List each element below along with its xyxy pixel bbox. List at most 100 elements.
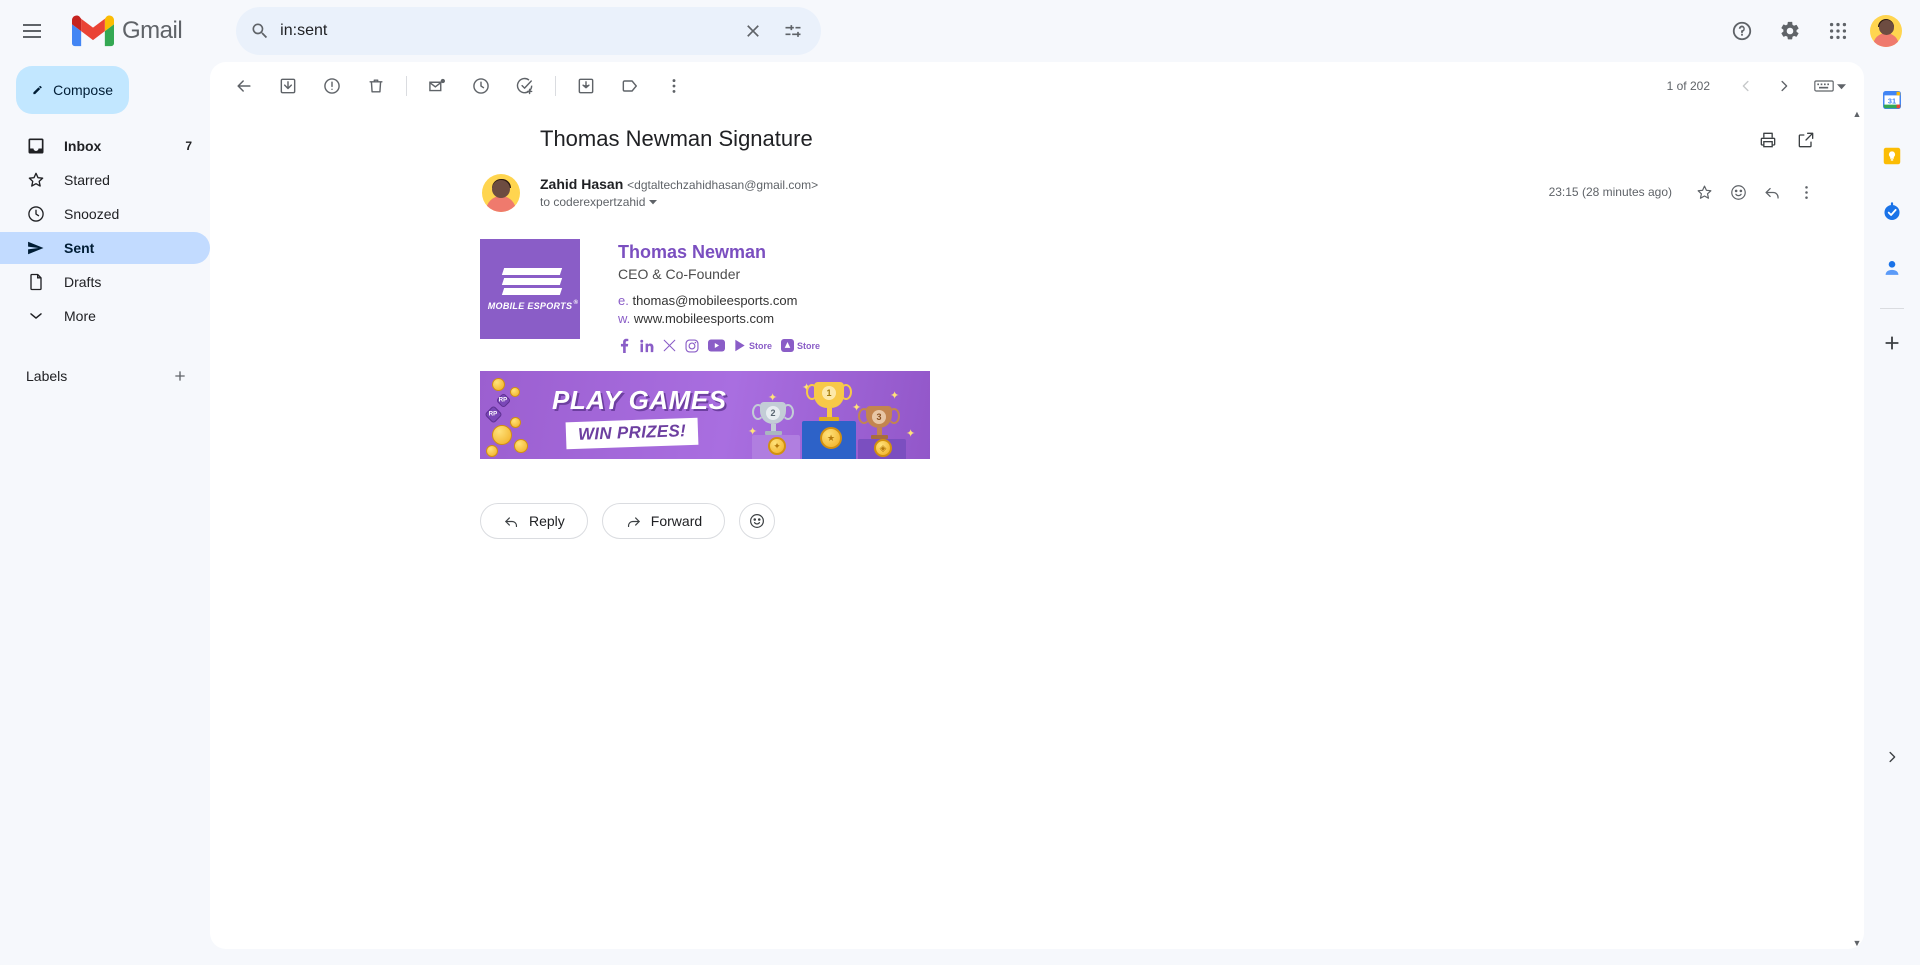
scroll-up-arrow[interactable]: ▲ bbox=[1853, 108, 1862, 120]
avatar bbox=[1870, 15, 1902, 47]
gmail-logo[interactable]: Gmail bbox=[72, 15, 183, 47]
scrollbar-track[interactable] bbox=[1850, 120, 1864, 937]
signature-role: CEO & Co-Founder bbox=[618, 265, 741, 282]
mark-unread-button[interactable] bbox=[417, 66, 457, 106]
chevron-down-icon bbox=[1837, 83, 1846, 89]
play-store-label: Store bbox=[749, 340, 773, 351]
archive-icon bbox=[280, 78, 296, 94]
help-icon[interactable] bbox=[1720, 9, 1764, 53]
search-options-button[interactable] bbox=[773, 11, 813, 51]
calendar-icon[interactable]: 31 bbox=[1872, 80, 1912, 120]
create-label-button[interactable] bbox=[168, 364, 192, 388]
expand-side-panel-button[interactable] bbox=[1872, 737, 1912, 777]
email-signature: MOBILE ESPORTS ® Thomas Newman CEO & Co-F… bbox=[480, 239, 1864, 354]
search-input[interactable] bbox=[280, 7, 734, 55]
linkedin-icon[interactable] bbox=[640, 339, 654, 353]
snooze-button[interactable] bbox=[461, 66, 501, 106]
instagram-icon[interactable] bbox=[685, 339, 699, 353]
label-tag-icon bbox=[622, 80, 637, 92]
account-avatar[interactable] bbox=[1864, 9, 1908, 53]
sidebar-item-starred[interactable]: Starred bbox=[0, 164, 210, 196]
get-addons-button[interactable] bbox=[1872, 323, 1912, 363]
settings-icon[interactable] bbox=[1768, 9, 1812, 53]
search-icon[interactable] bbox=[240, 11, 280, 51]
apps-grid-icon[interactable] bbox=[1816, 9, 1860, 53]
facebook-icon[interactable] bbox=[618, 338, 631, 354]
sidebar-item-sent[interactable]: Sent bbox=[0, 232, 210, 264]
back-arrow-icon bbox=[237, 80, 251, 92]
older-button[interactable] bbox=[1766, 68, 1802, 104]
message-timestamp: 23:15 (28 minutes ago) bbox=[1548, 185, 1672, 199]
add-task-icon bbox=[516, 77, 533, 95]
app-store-icon[interactable]: Store bbox=[781, 339, 821, 353]
keep-icon[interactable] bbox=[1872, 136, 1912, 176]
clear-search-button[interactable] bbox=[733, 11, 773, 51]
plus-icon bbox=[1885, 336, 1899, 350]
print-button[interactable] bbox=[1752, 124, 1784, 156]
sidebar-item-more[interactable]: More bbox=[0, 300, 210, 332]
open-in-new-icon bbox=[1798, 132, 1814, 148]
signature-web-row: w. www.mobileesports.com bbox=[618, 310, 820, 329]
newer-button[interactable] bbox=[1728, 68, 1764, 104]
message-scrollbar[interactable]: ▲ ▼ bbox=[1850, 108, 1864, 949]
star-icon bbox=[26, 170, 46, 190]
signature-social-links: Store Store bbox=[618, 338, 821, 354]
main-menu-icon[interactable] bbox=[8, 7, 56, 55]
draft-icon bbox=[26, 272, 46, 292]
compose-button[interactable]: Compose bbox=[16, 66, 129, 114]
forward-label: Forward bbox=[650, 513, 703, 530]
more-options-button[interactable] bbox=[654, 66, 694, 106]
contacts-icon[interactable] bbox=[1872, 248, 1912, 288]
print-icon bbox=[1760, 132, 1776, 148]
open-in-new-window-button[interactable] bbox=[1790, 124, 1822, 156]
reply-icon-button[interactable] bbox=[1756, 176, 1788, 208]
promo-banner[interactable]: RP RP PLAY GAMES WIN PRIZES! ✦ ✦ ✦ ✦ ✦ 2… bbox=[480, 371, 930, 460]
more-vertical-icon bbox=[672, 79, 676, 93]
message-more-button[interactable] bbox=[1790, 176, 1822, 208]
sender-info: Zahid Hasan <dgtaltechzahidhasan@gmail.c… bbox=[480, 174, 818, 209]
forward-button[interactable]: Forward bbox=[601, 503, 726, 540]
search-bar[interactable] bbox=[236, 7, 822, 55]
add-to-tasks-button[interactable] bbox=[505, 66, 545, 106]
play-store-icon[interactable]: Store bbox=[734, 339, 772, 352]
tasks-glyph bbox=[1884, 202, 1900, 220]
email-key: e. bbox=[618, 292, 629, 308]
web-value[interactable]: www.mobileesports.com bbox=[634, 311, 774, 326]
youtube-icon[interactable] bbox=[708, 339, 725, 352]
input-tools-button[interactable] bbox=[1810, 73, 1850, 99]
emoji-react-button[interactable] bbox=[1722, 176, 1754, 208]
app-store-label: Store bbox=[797, 340, 821, 351]
rail-divider bbox=[1880, 308, 1904, 309]
delete-button[interactable] bbox=[356, 66, 396, 106]
more-vertical-icon bbox=[1804, 185, 1808, 199]
message-scroll-area[interactable]: Thomas Newman Signature Zahid Hasan <dgt… bbox=[210, 110, 1864, 949]
message-pane: 1 of 202 Thomas Newman Signature Zahid H… bbox=[210, 62, 1864, 949]
app-header: Gmail bbox=[0, 0, 1920, 62]
back-button[interactable] bbox=[224, 66, 264, 106]
filter-options-icon bbox=[785, 25, 801, 37]
inbox-icon bbox=[26, 136, 46, 156]
trophy-third: 3 bbox=[858, 406, 900, 440]
labels-title: Labels bbox=[26, 368, 68, 384]
star-message-button[interactable] bbox=[1688, 176, 1720, 208]
report-spam-button[interactable] bbox=[312, 66, 352, 106]
clock-icon bbox=[26, 204, 46, 224]
archive-button[interactable] bbox=[268, 66, 308, 106]
x-twitter-icon[interactable] bbox=[663, 339, 676, 352]
reply-button[interactable]: Reply bbox=[480, 503, 588, 540]
podium-illustration: ✦ ✦ ✦ ✦ ✦ ✦ 2 bbox=[740, 375, 920, 460]
emoji-react-button[interactable] bbox=[739, 503, 776, 540]
sidebar-item-label: Starred bbox=[64, 172, 110, 188]
scroll-down-arrow[interactable]: ▼ bbox=[1853, 937, 1862, 949]
search-glyph bbox=[252, 23, 268, 39]
contacts-glyph bbox=[1885, 261, 1899, 275]
tasks-icon[interactable] bbox=[1872, 192, 1912, 232]
recipient-toggle[interactable]: to coderexpertzahid bbox=[540, 195, 818, 209]
sidebar-item-drafts[interactable]: Drafts bbox=[0, 266, 210, 298]
sidebar-item-inbox[interactable]: Inbox 7 bbox=[0, 130, 210, 162]
move-to-inbox-button[interactable] bbox=[566, 66, 606, 106]
email-value[interactable]: thomas@mobileesports.com bbox=[632, 293, 797, 308]
sidebar-item-label: Snoozed bbox=[64, 206, 120, 222]
labels-button[interactable] bbox=[610, 66, 650, 106]
sidebar-item-snoozed[interactable]: Snoozed bbox=[0, 198, 210, 230]
